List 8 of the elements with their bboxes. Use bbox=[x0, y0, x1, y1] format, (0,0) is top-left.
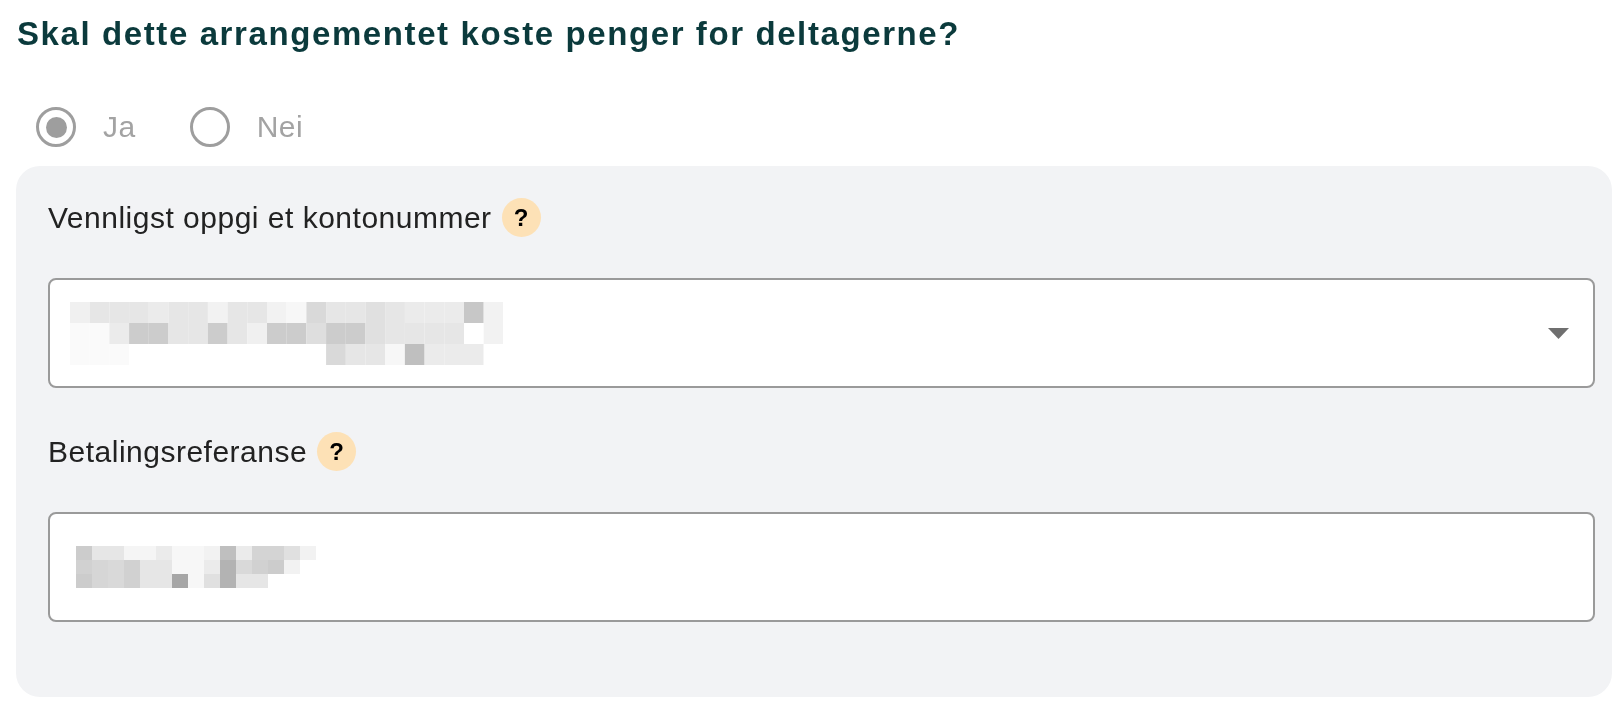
help-icon[interactable]: ? bbox=[317, 432, 357, 471]
caret-icon bbox=[1548, 327, 1569, 339]
account-select[interactable] bbox=[48, 278, 1595, 388]
field-label: Vennligst oppgi et kontonummer bbox=[48, 199, 492, 236]
help-icon[interactable]: ? bbox=[501, 198, 541, 237]
question-title: Skal dette arrangementet koste penger for deltagerne? bbox=[16, 14, 961, 54]
reference-input[interactable] bbox=[48, 512, 1595, 622]
field-label: Betalingsreferanse bbox=[48, 433, 308, 470]
